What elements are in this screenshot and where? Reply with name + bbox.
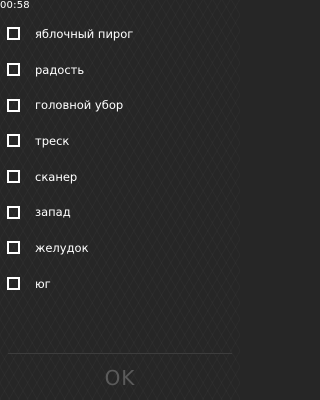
checklist-screen: 00:58 яблочный пирог радость головной уб… [0, 0, 240, 400]
checklist-item-2[interactable]: радость [0, 52, 240, 88]
footer-divider [8, 353, 232, 354]
checkbox-empty-icon[interactable] [7, 134, 20, 148]
checklist-item-label: сканер [35, 169, 78, 184]
checklist-item-label: радость [35, 62, 85, 77]
checkbox-empty-icon[interactable] [7, 205, 20, 219]
checklist-item-4[interactable]: треск [0, 123, 240, 159]
checklist-item-1[interactable]: яблочный пирог [0, 16, 240, 52]
checklist-item-label: желудок [35, 240, 89, 255]
checklist-item-label: яблочный пирог [35, 26, 134, 41]
checkbox-empty-icon[interactable] [7, 170, 20, 184]
checklist-item-6[interactable]: запад [0, 194, 240, 230]
checklist-item-3[interactable]: головной убор [0, 87, 240, 123]
checklist-item-5[interactable]: сканер [0, 159, 240, 195]
checkbox-empty-icon[interactable] [7, 241, 20, 255]
checklist-item-8[interactable]: юг [0, 266, 240, 302]
checkbox-empty-icon[interactable] [7, 63, 20, 77]
status-bar: 00:58 [0, 0, 240, 12]
status-time: 00:58 [0, 0, 30, 11]
ok-button[interactable]: OK [0, 362, 240, 394]
checklist-item-label: треск [35, 133, 70, 148]
checklist-item-label: запад [35, 205, 71, 220]
checkbox-empty-icon[interactable] [7, 98, 20, 112]
checkbox-empty-icon[interactable] [7, 277, 20, 291]
checklist-item-7[interactable]: желудок [0, 230, 240, 266]
checkbox-empty-icon[interactable] [7, 27, 20, 41]
checklist-item-label: юг [35, 276, 51, 291]
checklist-item-label: головной убор [35, 98, 124, 113]
checklist: яблочный пирог радость головной убор тре… [0, 16, 240, 302]
